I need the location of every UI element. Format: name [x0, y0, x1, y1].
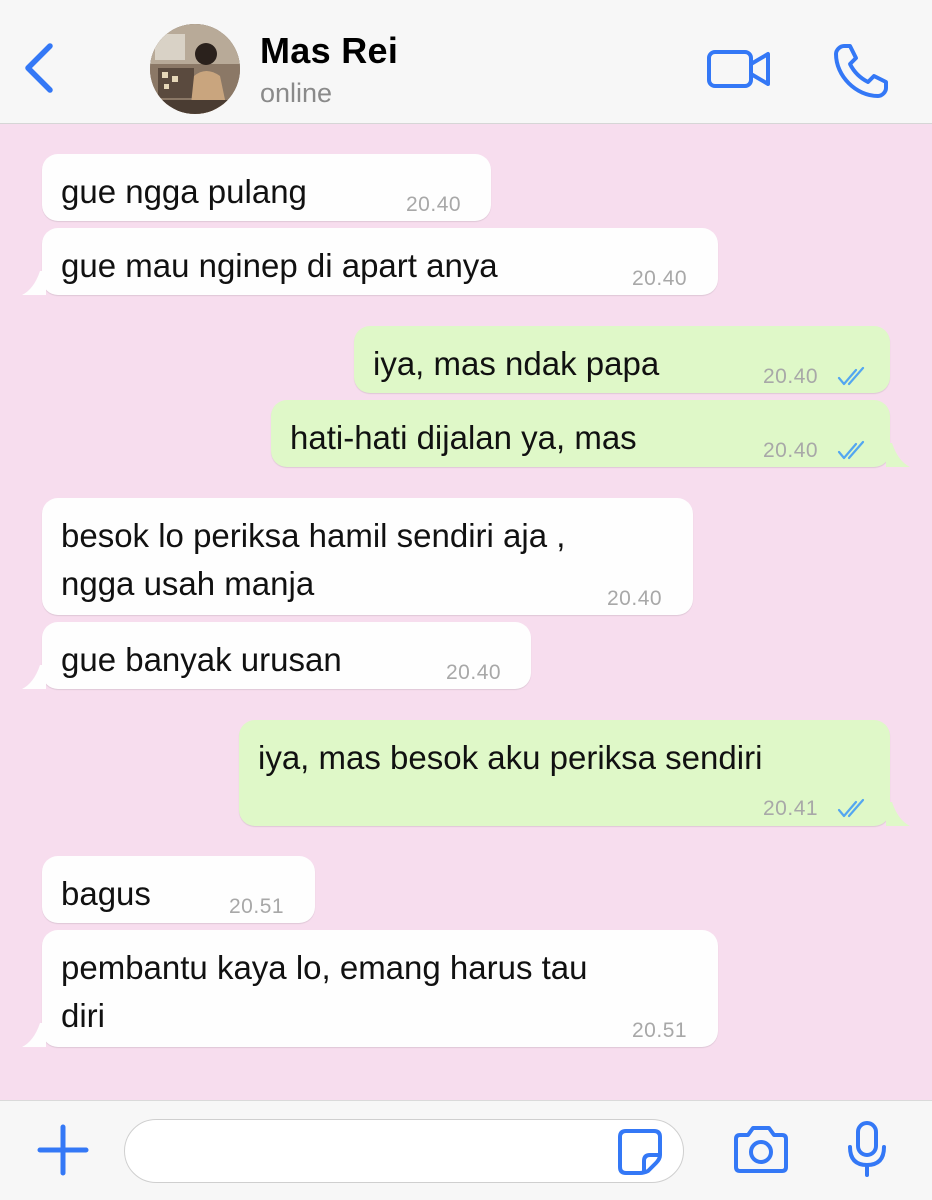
message-timestamp: 20.40: [446, 661, 502, 684]
chat-header: Mas Rei online: [0, 0, 932, 124]
phone-icon: [834, 44, 888, 98]
chevron-left-icon: [25, 43, 53, 93]
message-timestamp: 20.40: [632, 267, 688, 290]
incoming-message-bubble[interactable]: gue mau nginep di apart anya 20.40: [22, 228, 718, 295]
avatar-photo: [150, 24, 240, 114]
contact-status: online: [260, 78, 333, 108]
bubble-tail: [22, 665, 46, 689]
outgoing-message-bubble[interactable]: hati-hati dijalan ya, mas 20.40: [271, 400, 910, 467]
message-timestamp: 20.40: [406, 193, 462, 216]
sticker-button[interactable]: [614, 1125, 666, 1177]
message-text-line: gue banyak urusan: [61, 641, 342, 678]
bubble-tail: [886, 443, 910, 467]
chat-area[interactable]: gue ngga pulang 20.40 gue mau nginep di ap…: [0, 125, 932, 1100]
composer-bar: [0, 1100, 932, 1200]
message-text-line: bagus: [61, 875, 151, 912]
video-call-button[interactable]: [702, 38, 772, 102]
message-timestamp: 20.40: [763, 439, 819, 462]
message-timestamp: 20.40: [607, 587, 663, 610]
microphone-button[interactable]: [842, 1117, 892, 1181]
camera-button[interactable]: [730, 1121, 792, 1179]
message-text: gue ngga pulang: [61, 168, 307, 216]
message-text: gue mau nginep di apart anya: [61, 242, 498, 290]
message-text: pembantu kaya lo, emang harus tau diri: [61, 944, 588, 1040]
double-check-icon: [837, 440, 865, 460]
message-text-line: iya, mas ndak papa: [373, 345, 660, 382]
message-text: hati-hati dijalan ya, mas: [290, 414, 637, 462]
back-button[interactable]: [18, 40, 62, 96]
double-check-icon: [837, 798, 865, 818]
incoming-message-bubble[interactable]: gue banyak urusan 20.40: [22, 622, 531, 689]
message-timestamp: 20.51: [632, 1019, 688, 1042]
message-text-line: besok lo periksa hamil sendiri aja ,: [61, 517, 566, 554]
message-text-line: gue ngga pulang: [61, 173, 307, 210]
attach-button[interactable]: [34, 1121, 92, 1179]
incoming-message-bubble[interactable]: bagus 20.51: [42, 856, 315, 923]
outgoing-message-bubble[interactable]: iya, mas ndak papa 20.40: [354, 326, 890, 393]
camera-icon: [734, 1126, 788, 1173]
message-text-line: hati-hati dijalan ya, mas: [290, 419, 637, 456]
bubble-tail: [22, 1023, 46, 1047]
message-text-line: diri: [61, 997, 106, 1034]
message-text-line: gue mau nginep di apart anya: [61, 247, 498, 284]
message-text-line: pembantu kaya lo, emang harus tau: [61, 949, 588, 986]
sticker-icon: [618, 1129, 662, 1175]
contact-avatar[interactable]: [150, 24, 240, 114]
bubble-tail: [886, 802, 910, 826]
voice-call-button[interactable]: [826, 38, 896, 102]
double-check-icon: [837, 366, 865, 386]
incoming-message-bubble[interactable]: gue ngga pulang 20.40: [42, 154, 491, 221]
incoming-message-bubble[interactable]: besok lo periksa hamil sendiri aja , ngga…: [42, 498, 693, 615]
outgoing-message-bubble[interactable]: iya, mas besok aku periksa sendiri 20.41: [239, 720, 910, 826]
message-text: gue banyak urusan: [61, 636, 342, 684]
message-text: iya, mas besok aku periksa sendiri: [258, 734, 762, 782]
message-timestamp: 20.41: [763, 797, 819, 820]
microphone-icon: [848, 1121, 886, 1177]
message-text: iya, mas ndak papa: [373, 340, 659, 388]
message-text: besok lo periksa hamil sendiri aja , ngga…: [61, 512, 565, 608]
video-camera-icon: [707, 50, 770, 88]
message-timestamp: 20.40: [763, 365, 819, 388]
message-input[interactable]: [124, 1119, 684, 1183]
plus-icon: [37, 1124, 89, 1176]
message-text: bagus: [61, 870, 151, 918]
message-text-line: ngga usah manja: [61, 565, 315, 602]
bubble-tail: [22, 271, 46, 295]
incoming-message-bubble[interactable]: pembantu kaya lo, emang harus tau diri 20.…: [22, 930, 718, 1047]
message-timestamp: 20.51: [229, 895, 285, 918]
contact-name[interactable]: Mas Rei: [260, 30, 398, 72]
message-text-line: iya, mas besok aku periksa sendiri: [258, 739, 763, 776]
